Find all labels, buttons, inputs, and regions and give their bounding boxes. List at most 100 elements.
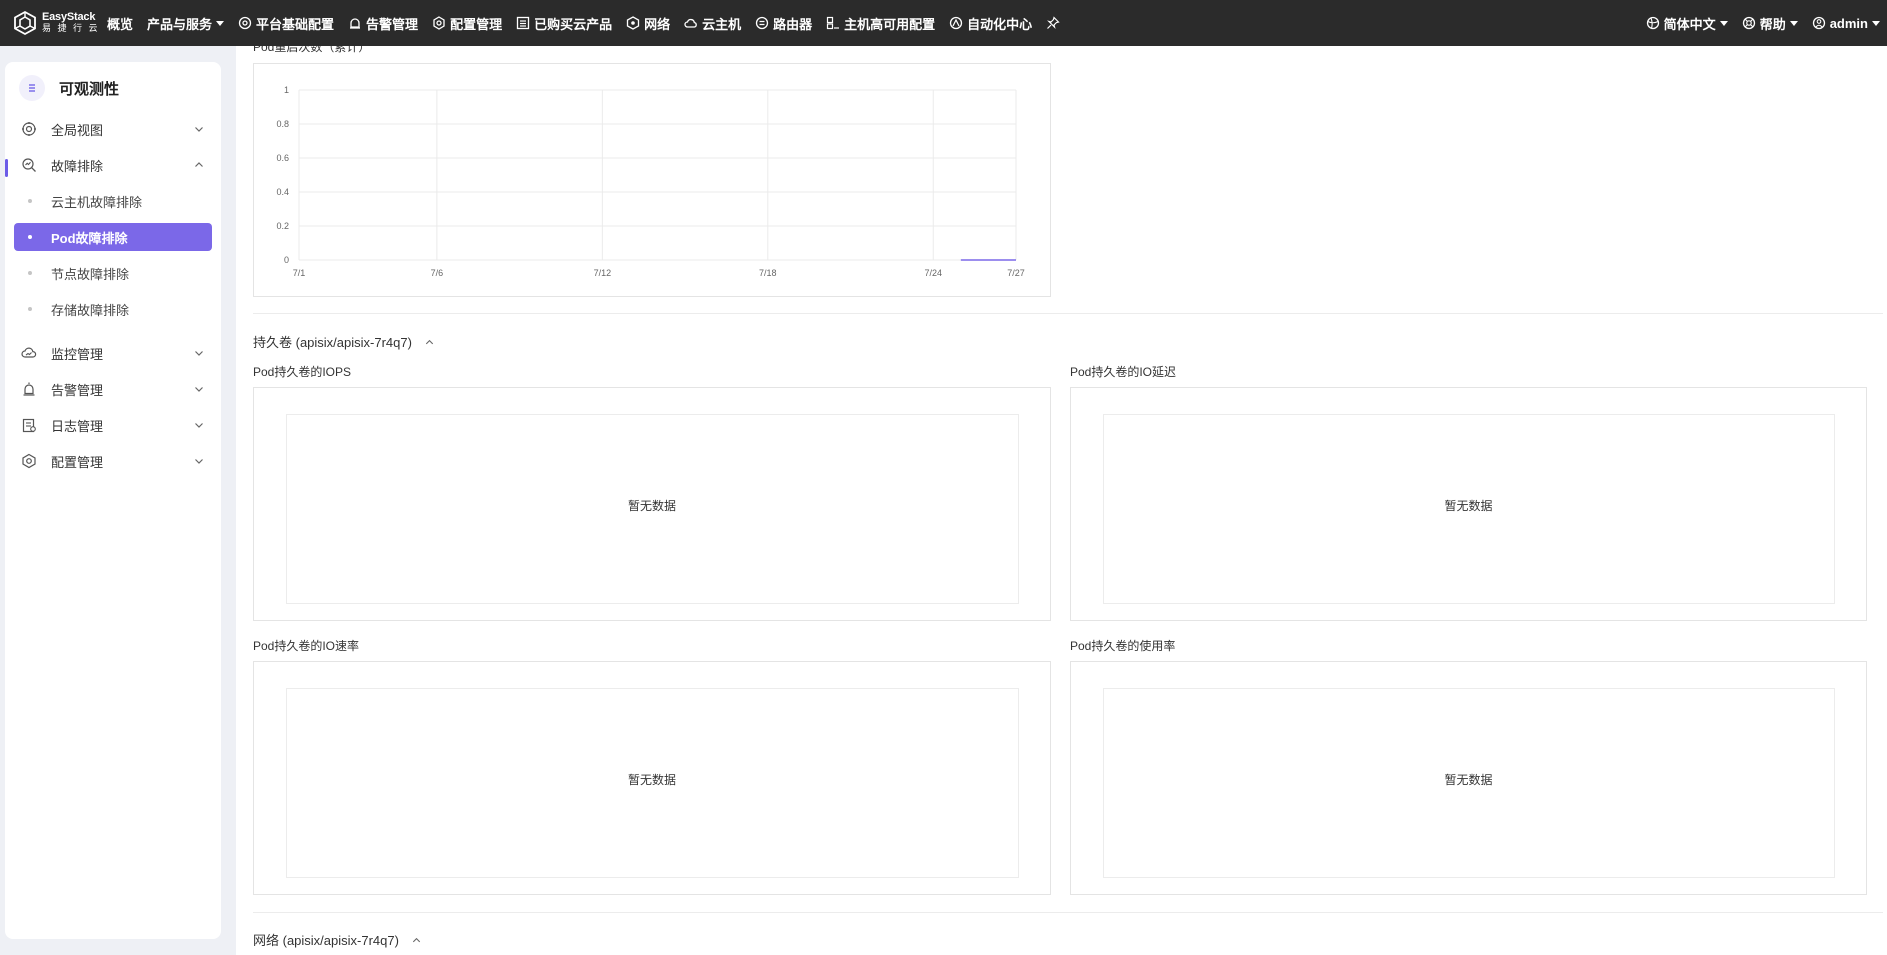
- sidebar-subitem-vm-troubleshooting[interactable]: 云主机故障排除: [14, 187, 212, 215]
- top-navbar: EasyStack 易 捷 行 云 概览 产品与服务 平台基础配置 告警管理 配…: [0, 0, 1887, 46]
- sidebar-item-global-view[interactable]: 全局视图: [5, 115, 221, 143]
- globe-gear-icon: [21, 121, 37, 137]
- bullet-icon: [28, 307, 32, 311]
- volume-section-header[interactable]: 持久卷 (apisix/apisix-7r4q7): [253, 332, 435, 351]
- cloud-icon: [684, 16, 698, 30]
- help-label: 帮助: [1759, 16, 1786, 32]
- usage-panel-title: Pod持久卷的使用率: [1070, 639, 1176, 653]
- chevron-up-icon[interactable]: [424, 336, 435, 347]
- no-data-text: 暂无数据: [1444, 499, 1493, 513]
- nav-label: 平台基础配置: [256, 16, 335, 32]
- nav-label: 产品与服务: [147, 16, 213, 32]
- list-icon: [516, 16, 530, 30]
- menu-icon[interactable]: [19, 75, 45, 101]
- latency-panel-title: Pod持久卷的IO延迟: [1070, 365, 1177, 379]
- sidebar-item-logs[interactable]: 日志管理: [5, 411, 221, 439]
- pod-restart-chart-title: Pod重启次数（累计）: [253, 46, 371, 54]
- no-data-text: 暂无数据: [627, 773, 676, 787]
- alarm-icon: [21, 381, 37, 397]
- easystack-logo-icon: [14, 10, 36, 36]
- sidebar-item-alarm[interactable]: 告警管理: [5, 375, 221, 403]
- nav-overview[interactable]: 概览: [100, 0, 140, 46]
- y-tick-label: 0.6: [276, 153, 289, 163]
- chevron-down-icon: [193, 347, 205, 359]
- pod-restart-line-chart: 0 0.2 0.4 0.6 0.8 1 7/1 7/6 7/12 7/18 7/24 7/27: [276, 85, 1025, 278]
- caret-down-icon: [216, 20, 225, 26]
- no-data-text: 暂无数据: [627, 499, 676, 513]
- host-icon: [826, 16, 840, 30]
- sidebar-subitem-node-troubleshooting[interactable]: 节点故障排除: [14, 259, 212, 287]
- chevron-down-icon: [193, 123, 205, 135]
- chevron-down-icon: [193, 383, 205, 395]
- help-menu[interactable]: 帮助: [1735, 0, 1805, 46]
- nav-platform-config[interactable]: 平台基础配置: [231, 0, 341, 46]
- nav-router[interactable]: 路由器: [748, 0, 819, 46]
- nav-automation[interactable]: 自动化中心: [942, 0, 1039, 46]
- sidebar-subitem-storage-troubleshooting[interactable]: 存储故障排除: [14, 295, 212, 323]
- iops-panel-title: Pod持久卷的IOPS: [253, 365, 352, 379]
- section-divider: [253, 912, 1883, 913]
- sidebar-item-label: 故障排除: [51, 158, 104, 174]
- y-tick-label: 0.2: [276, 221, 289, 231]
- bullet-icon: [28, 271, 32, 275]
- sidebar-item-troubleshooting[interactable]: 故障排除: [5, 151, 221, 179]
- y-tick-label: 0.8: [276, 119, 289, 129]
- caret-down-icon: [1719, 20, 1728, 26]
- nav-vm[interactable]: 云主机: [677, 0, 748, 46]
- nav-purchased[interactable]: 已购买云产品: [509, 0, 619, 46]
- gear-icon: [432, 16, 446, 30]
- sidebar-subitem-label: 节点故障排除: [51, 266, 130, 282]
- io-rate-panel: 暂无数据: [253, 661, 1051, 895]
- volume-section-title: 持久卷 (apisix/apisix-7r4q7): [253, 335, 412, 350]
- top-nav-menu: 概览 产品与服务 平台基础配置 告警管理 配置管理 已购买云产品 网络 云主机: [100, 0, 1071, 46]
- language-select[interactable]: 简体中文: [1639, 0, 1735, 46]
- sidebar-header: 可观测性: [19, 75, 119, 101]
- alarm-icon: [348, 16, 362, 30]
- sidebar-item-monitoring[interactable]: 监控管理: [5, 339, 221, 367]
- gear-icon: [21, 453, 37, 469]
- x-tick-label: 7/12: [594, 268, 612, 278]
- sidebar-item-config[interactable]: 配置管理: [5, 447, 221, 475]
- brand-sub: 易 捷 行 云: [42, 23, 100, 33]
- sidebar-item-label: 全局视图: [51, 122, 104, 138]
- caret-down-icon: [1872, 20, 1880, 26]
- brand-logo[interactable]: EasyStack 易 捷 行 云: [0, 10, 100, 36]
- bullet-icon: [28, 199, 32, 203]
- chevron-up-icon: [193, 159, 205, 171]
- nav-label: 云主机: [702, 16, 742, 32]
- sidebar-item-label: 日志管理: [51, 418, 104, 434]
- io-rate-panel-title: Pod持久卷的IO速率: [253, 639, 360, 653]
- main-content: Pod重启次数（累计） 0 0.2 0.4 0.6 0.8 1 7/1 7/6 7/12 7/18…: [236, 46, 1887, 955]
- cloud-monitor-icon: [21, 345, 37, 361]
- nav-products[interactable]: 产品与服务: [140, 0, 231, 46]
- x-tick-label: 7/24: [925, 268, 943, 278]
- nav-label: 网络: [644, 16, 671, 32]
- chevron-up-icon[interactable]: [411, 934, 422, 945]
- sidebar-subitem-label: 存储故障排除: [51, 302, 130, 318]
- user-icon: [1812, 16, 1826, 30]
- nav-label: 配置管理: [450, 16, 503, 32]
- sidebar-item-label: 告警管理: [51, 382, 104, 398]
- nav-host-ha[interactable]: 主机高可用配置: [819, 0, 942, 46]
- router-icon: [755, 16, 769, 30]
- network-section-header[interactable]: 网络 (apisix/apisix-7r4q7): [253, 930, 422, 949]
- x-tick-label: 7/1: [293, 268, 306, 278]
- latency-panel: 暂无数据: [1070, 387, 1867, 621]
- log-icon: [21, 417, 37, 433]
- pin-button[interactable]: [1039, 0, 1071, 46]
- nav-alarm[interactable]: 告警管理: [341, 0, 425, 46]
- y-tick-label: 1: [284, 85, 289, 95]
- nav-label: 已购买云产品: [534, 16, 613, 32]
- nav-config[interactable]: 配置管理: [425, 0, 509, 46]
- nav-label: 主机高可用配置: [844, 16, 936, 32]
- sidebar-subitem-pod-troubleshooting[interactable]: Pod故障排除: [14, 223, 212, 251]
- section-divider: [253, 313, 1883, 314]
- x-tick-label: 7/27: [1007, 268, 1025, 278]
- nav-network[interactable]: 网络: [619, 0, 677, 46]
- gear-icon: [238, 16, 252, 30]
- usage-panel: 暂无数据: [1070, 661, 1867, 895]
- nav-label: 告警管理: [366, 16, 419, 32]
- user-menu[interactable]: admin: [1805, 0, 1887, 46]
- y-tick-label: 0.4: [276, 187, 289, 197]
- automation-icon: [949, 16, 963, 30]
